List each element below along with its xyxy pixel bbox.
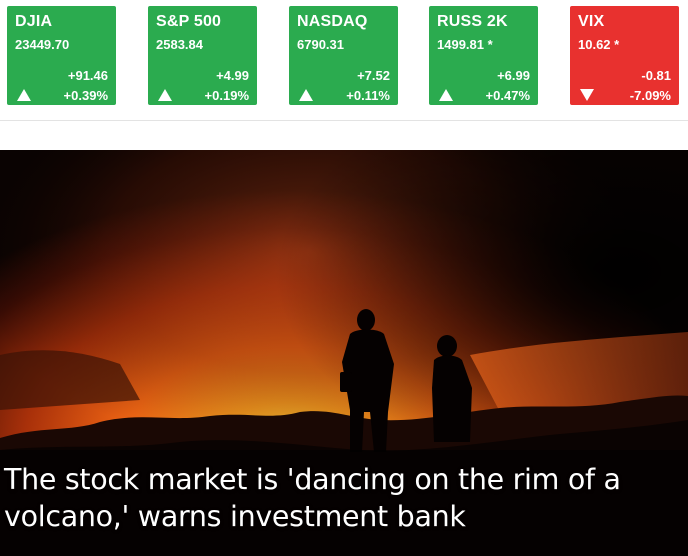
ticker-symbol: NASDAQ: [297, 13, 368, 30]
ticker-change: +7.52: [357, 68, 390, 83]
triangle-up-icon: [158, 89, 172, 101]
market-ticker-bar: DJIA 23449.70 +91.46 +0.39% S&P 500 2583…: [0, 0, 688, 121]
ticker-nasdaq[interactable]: NASDAQ 6790.31 +7.52 +0.11%: [289, 6, 398, 105]
hero-story-card[interactable]: The stock market is 'dancing on the rim …: [0, 150, 688, 556]
ticker-percent: -7.09%: [629, 88, 671, 103]
ticker-vix[interactable]: VIX 10.62 * -0.81 -7.09%: [570, 6, 679, 105]
triangle-down-icon: [580, 89, 594, 101]
triangle-up-icon: [17, 89, 31, 101]
ticker-change: +4.99: [216, 68, 249, 83]
ticker-percent: +0.11%: [346, 88, 390, 103]
ticker-price: 1499.81 *: [437, 37, 493, 52]
ticker-djia[interactable]: DJIA 23449.70 +91.46 +0.39%: [7, 6, 116, 105]
ticker-change: +6.99: [497, 68, 530, 83]
ticker-percent: +0.19%: [204, 88, 249, 103]
ticker-percent: +0.39%: [63, 88, 108, 103]
ticker-symbol: S&P 500: [156, 13, 222, 30]
ticker-symbol: DJIA: [15, 13, 53, 30]
ticker-change: +91.46: [67, 68, 108, 83]
ticker-russ2k[interactable]: RUSS 2K 1499.81 * +6.99 +0.47%: [429, 6, 538, 105]
ticker-price: 23449.70: [15, 37, 70, 52]
ticker-change: -0.81: [641, 68, 671, 83]
ticker-price: 10.62 *: [578, 37, 620, 52]
ticker-symbol: RUSS 2K: [437, 13, 508, 30]
ticker-symbol: VIX: [578, 13, 605, 30]
ticker-sp500[interactable]: S&P 500 2583.84 +4.99 +0.19%: [148, 6, 257, 105]
triangle-up-icon: [299, 89, 313, 101]
ticker-price: 2583.84: [156, 37, 203, 52]
ticker-price: 6790.31: [297, 37, 344, 52]
page: DJIA 23449.70 +91.46 +0.39% S&P 500 2583…: [0, 0, 688, 556]
triangle-up-icon: [439, 89, 453, 101]
hero-headline[interactable]: The stock market is 'dancing on the rim …: [4, 461, 684, 535]
ticker-percent: +0.47%: [485, 88, 530, 103]
